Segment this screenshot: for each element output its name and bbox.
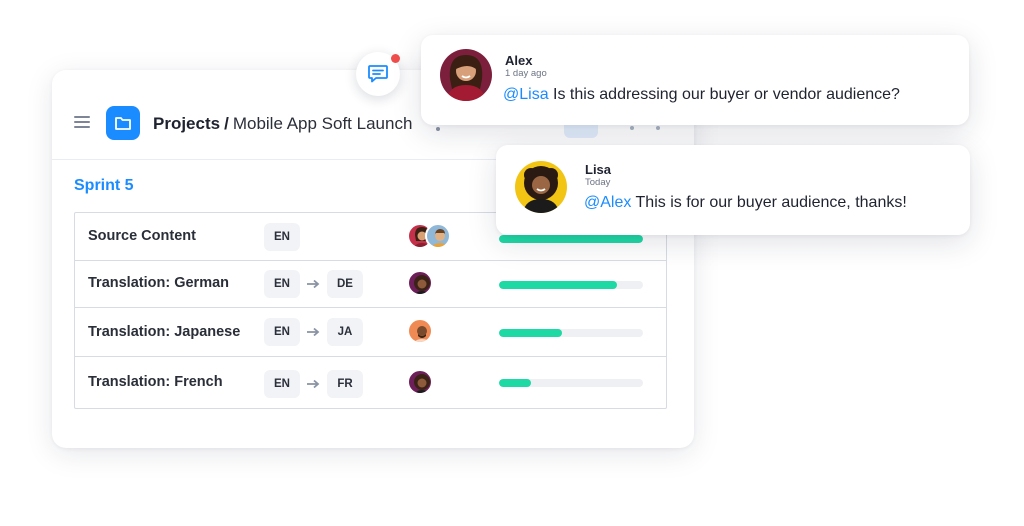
progress-fill bbox=[499, 235, 643, 243]
table-row[interactable]: Translation: German EN DE bbox=[75, 261, 666, 308]
comment-card[interactable]: Lisa Today @Alex This is for our buyer a… bbox=[496, 145, 970, 235]
avatar bbox=[407, 270, 433, 296]
task-table: Source Content EN Translation: German EN… bbox=[74, 212, 667, 409]
source-language-badge: EN bbox=[264, 223, 300, 251]
progress-fill bbox=[499, 329, 563, 337]
target-language-badge: DE bbox=[327, 270, 363, 298]
avatar bbox=[407, 369, 433, 395]
table-row[interactable]: Translation: Japanese EN JA bbox=[75, 308, 666, 357]
source-language-badge: EN bbox=[264, 318, 300, 346]
notification-dot bbox=[391, 54, 400, 63]
toolbar-dot bbox=[630, 126, 634, 130]
breadcrumb-separator: / bbox=[224, 114, 229, 133]
comment-timestamp: Today bbox=[585, 177, 611, 188]
progress-bar bbox=[499, 329, 643, 337]
project-card: Projects / Mobile App Soft Launch Sprint 5… bbox=[52, 70, 694, 448]
avatar bbox=[407, 318, 433, 344]
comment-card[interactable]: Alex 1 day ago @Lisa Is this addressing … bbox=[421, 35, 969, 125]
comment-text: Is this addressing our buyer or vendor a… bbox=[548, 86, 900, 103]
page-title: Mobile App Soft Launch bbox=[232, 114, 413, 133]
progress-bar bbox=[499, 235, 643, 243]
chat-bubble-icon bbox=[368, 65, 388, 83]
folder-icon bbox=[106, 106, 140, 140]
comment-timestamp: 1 day ago bbox=[505, 68, 547, 79]
target-language-badge: FR bbox=[327, 370, 363, 398]
breadcrumb-projects-link[interactable]: Projects bbox=[153, 114, 220, 133]
avatar bbox=[440, 49, 492, 101]
target-language-badge: JA bbox=[327, 318, 363, 346]
sprint-title: Sprint 5 bbox=[74, 177, 134, 194]
comment-author: Lisa bbox=[585, 162, 612, 177]
avatar bbox=[425, 223, 451, 249]
task-name: Translation: Japanese bbox=[88, 324, 241, 340]
avatar bbox=[515, 161, 567, 213]
arrow-right-icon bbox=[307, 279, 320, 289]
progress-bar bbox=[499, 379, 643, 387]
task-name: Translation: French bbox=[88, 374, 223, 390]
mention-link[interactable]: @Lisa bbox=[503, 86, 549, 103]
breadcrumb: Projects / Mobile App Soft Launch bbox=[153, 114, 412, 134]
arrow-right-icon bbox=[307, 379, 320, 389]
table-row[interactable]: Translation: French EN FR bbox=[75, 357, 666, 408]
toolbar-dot bbox=[656, 126, 660, 130]
source-language-badge: EN bbox=[264, 370, 300, 398]
task-name: Source Content bbox=[88, 228, 196, 244]
task-name: Translation: German bbox=[88, 275, 230, 291]
hamburger-menu-icon[interactable] bbox=[74, 116, 90, 128]
mention-link[interactable]: @Alex bbox=[584, 194, 631, 211]
progress-fill bbox=[499, 379, 531, 387]
progress-fill bbox=[499, 281, 618, 289]
arrow-right-icon bbox=[307, 327, 320, 337]
comment-text: This is for our buyer audience, thanks! bbox=[631, 194, 907, 211]
source-language-badge: EN bbox=[264, 270, 300, 298]
comment-author: Alex bbox=[505, 53, 533, 68]
progress-bar bbox=[499, 281, 643, 289]
comment-message: @Alex This is for our buyer audience, th… bbox=[584, 194, 907, 212]
more-options-icon[interactable] bbox=[436, 127, 440, 131]
comment-message: @Lisa Is this addressing our buyer or ve… bbox=[503, 86, 900, 104]
